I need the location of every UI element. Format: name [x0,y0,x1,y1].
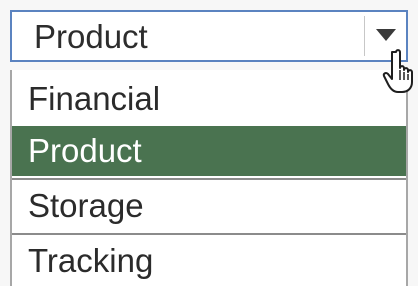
hand-pointer-icon [382,49,413,93]
option-separator [12,233,406,235]
dropdown-selected-value: Product [34,18,148,55]
category-dropdown[interactable]: Product [10,10,408,62]
dropdown-option-product[interactable]: Product [12,126,406,176]
dropdown-options-list: Financial Product Storage Tracking [10,70,408,286]
option-separator [12,178,406,180]
dropdown-widget: Product Financial Product Storage Tracki… [0,0,418,286]
dropdown-option-financial[interactable]: Financial [12,74,406,124]
dropdown-option-tracking[interactable]: Tracking [12,236,406,286]
chevron-down-icon [376,29,396,41]
dropdown-option-storage[interactable]: Storage [12,181,406,231]
